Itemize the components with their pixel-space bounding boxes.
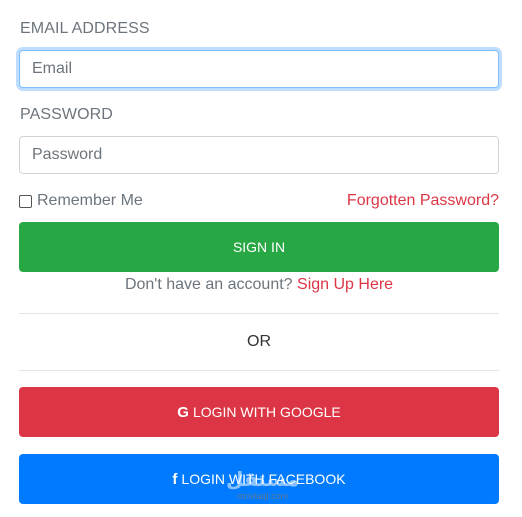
forgot-password-link[interactable]: Forgotten Password? xyxy=(347,192,499,210)
divider-bottom xyxy=(19,370,499,371)
google-icon: G xyxy=(177,403,189,421)
email-field[interactable] xyxy=(19,50,499,88)
login-facebook-label: LOGIN WITH FACEBOOK xyxy=(181,471,346,487)
login-facebook-button[interactable]: f LOGIN WITH FACEBOOK xyxy=(19,454,499,504)
remember-label: Remember Me xyxy=(37,192,143,209)
password-field[interactable] xyxy=(19,136,499,174)
remember-checkbox[interactable] xyxy=(19,194,32,208)
signup-prompt: Don't have an account? xyxy=(124,276,293,293)
signup-prompt-line: Don't have an account? Sign Up Here xyxy=(0,276,518,294)
email-label: EMAIL ADDRESS xyxy=(20,20,150,37)
divider-top xyxy=(19,313,499,314)
sign-in-button[interactable]: SIGN IN xyxy=(19,222,499,272)
login-google-label: LOGIN WITH GOOGLE xyxy=(192,404,341,420)
or-separator: OR xyxy=(247,333,271,350)
login-google-button[interactable]: G LOGIN WITH GOOGLE xyxy=(19,387,499,437)
sign-in-label: SIGN IN xyxy=(232,239,286,255)
password-label: PASSWORD xyxy=(20,106,113,123)
remember-me[interactable]: Remember Me xyxy=(19,192,143,210)
facebook-icon: f xyxy=(172,470,178,488)
sign-up-link[interactable]: Sign Up Here xyxy=(297,276,393,293)
